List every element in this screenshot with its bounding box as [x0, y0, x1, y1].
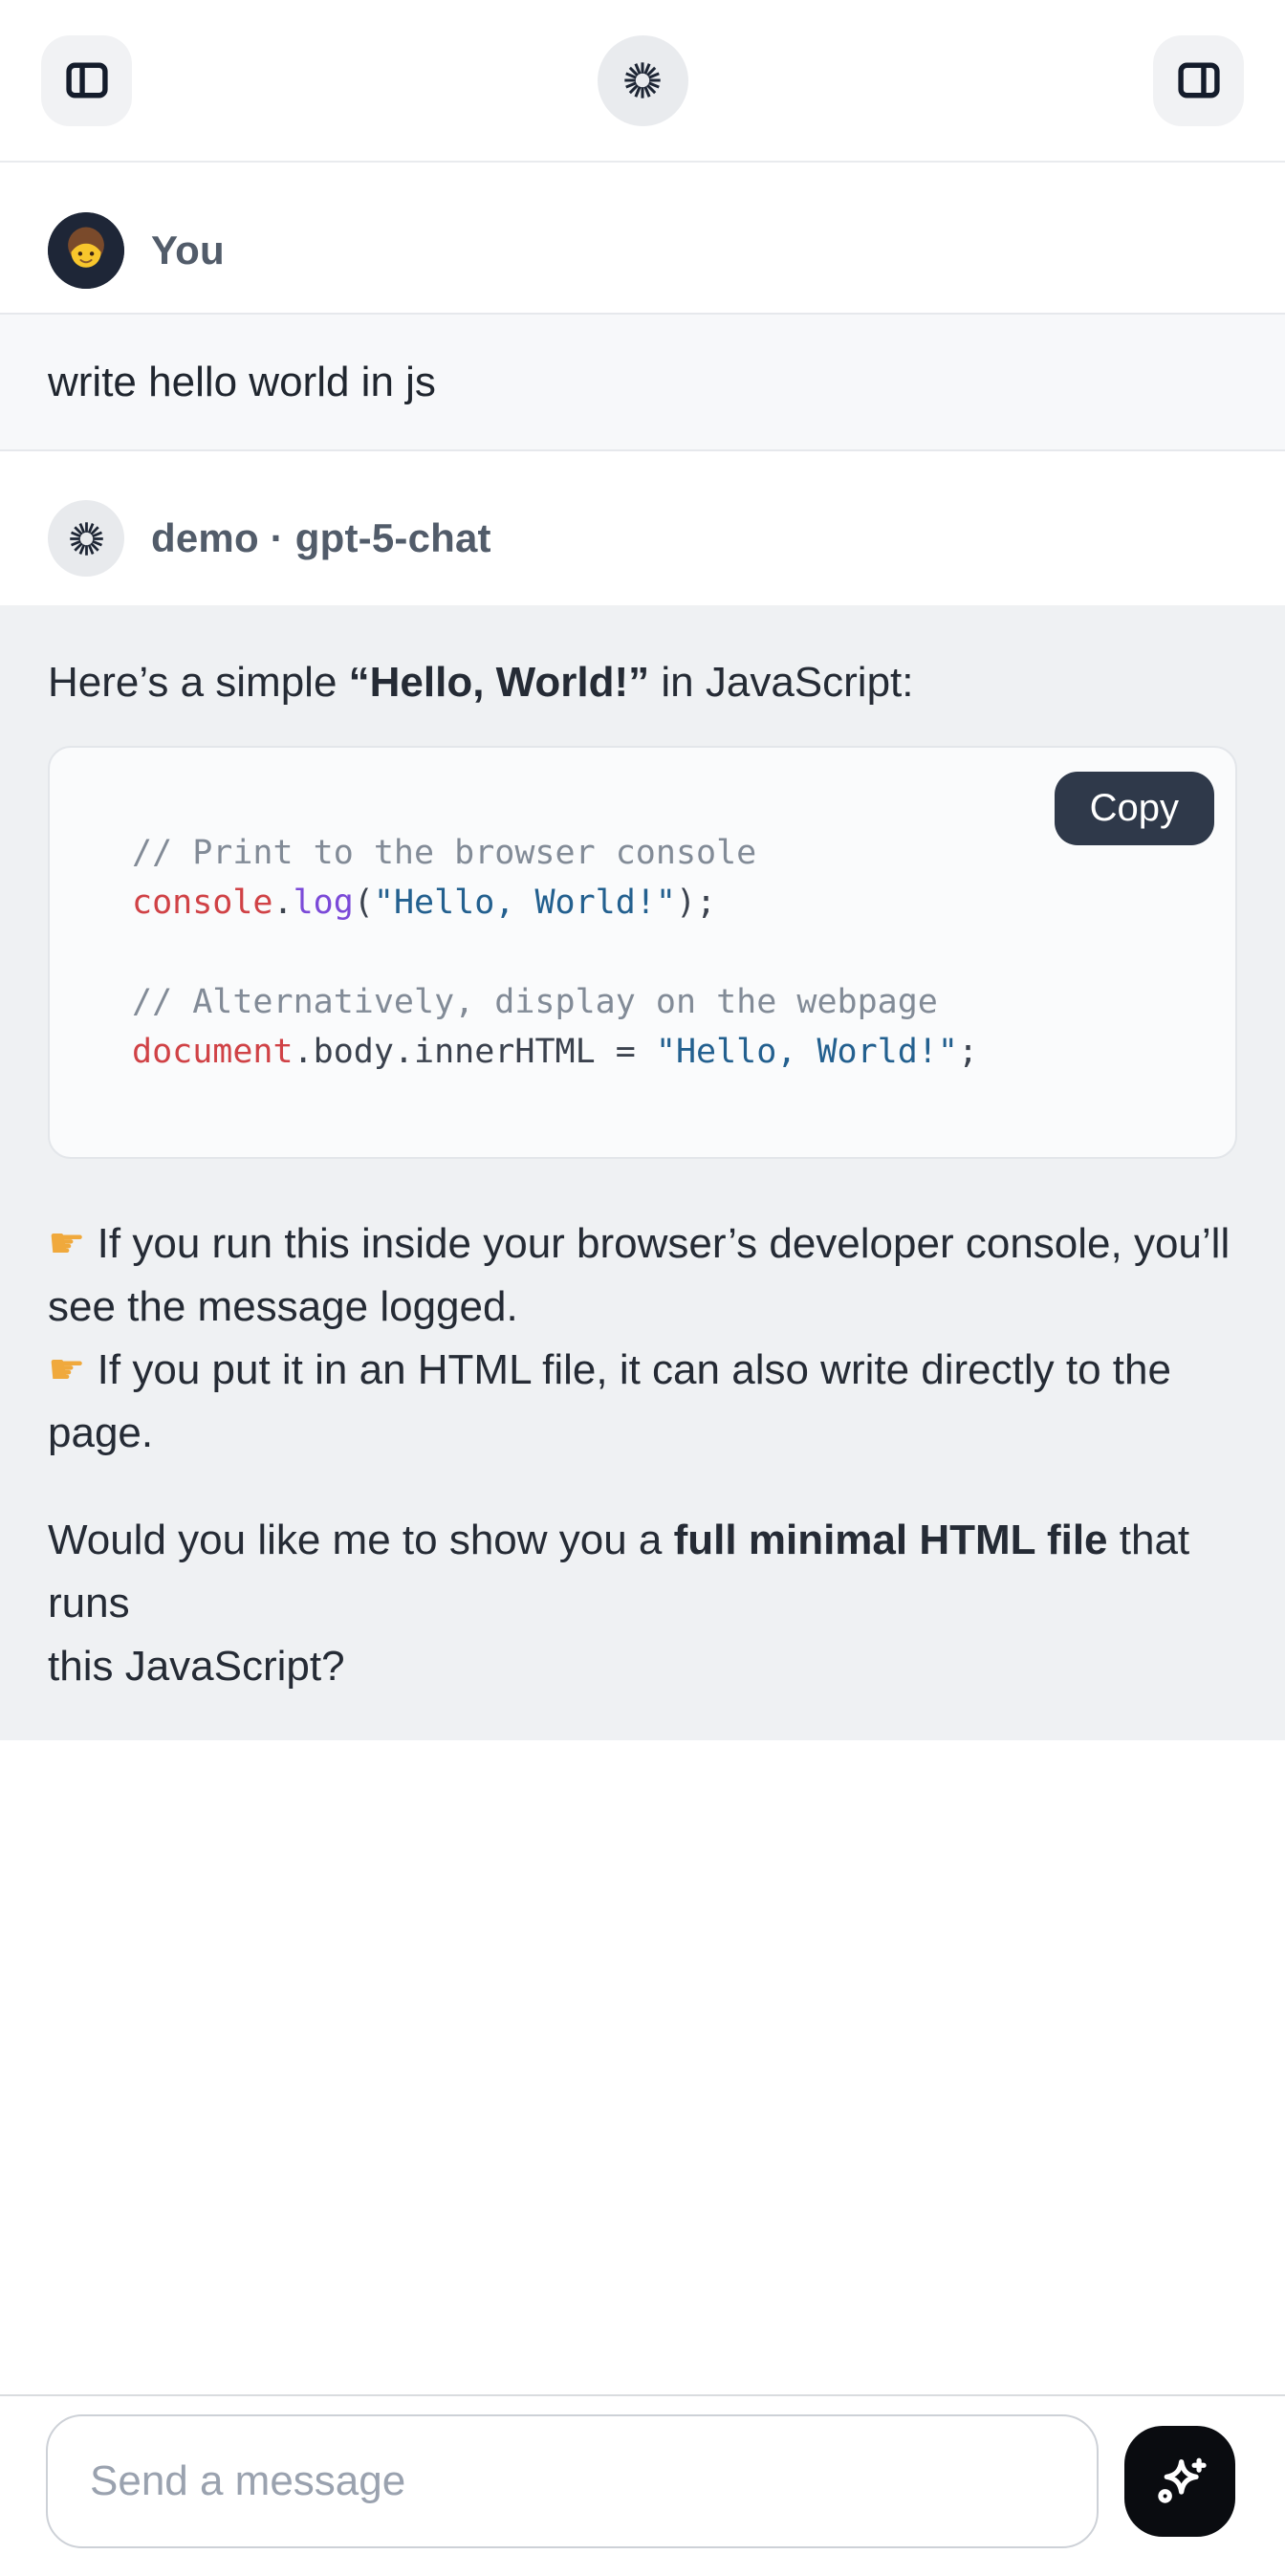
panel-left-icon	[61, 55, 113, 106]
message-input[interactable]	[90, 2457, 1055, 2505]
user-avatar	[48, 212, 124, 289]
model-logo-button[interactable]	[598, 35, 688, 126]
user-message-text: write hello world in js	[48, 359, 436, 406]
top-bar	[0, 0, 1285, 163]
assistant-message-body: Here’s a simple “Hello, World!” in JavaS…	[0, 605, 1285, 1740]
user-message-header: You	[48, 212, 1285, 289]
send-button[interactable]	[1124, 2426, 1235, 2537]
starburst-icon	[69, 521, 104, 557]
assistant-question-paragraph: Would you like me to show you a full min…	[48, 1509, 1237, 1698]
assistant-author-label: demo · gpt-5-chat	[151, 515, 491, 561]
chat-app: You write hello world in js demo · gpt-5…	[0, 0, 1285, 2576]
assistant-tips-paragraph: ☛ If you run this inside your browser’s …	[48, 1212, 1237, 1465]
user-message: You write hello world in js	[0, 212, 1285, 451]
composer	[0, 2394, 1285, 2576]
starburst-icon	[623, 61, 662, 99]
user-author-label: You	[151, 228, 225, 273]
code-content: // Print to the browser consoleconsole.l…	[132, 828, 1197, 1077]
user-message-bubble: write hello world in js	[0, 313, 1285, 451]
right-panel-toggle-button[interactable]	[1153, 35, 1244, 126]
message-input-container	[46, 2414, 1099, 2548]
assistant-intro-paragraph: Here’s a simple “Hello, World!” in JavaS…	[48, 651, 1237, 714]
assistant-message: demo · gpt-5-chat Here’s a simple “Hello…	[0, 500, 1285, 1740]
sidebar-toggle-button[interactable]	[41, 35, 132, 126]
assistant-avatar	[48, 500, 124, 577]
child-person-icon	[48, 212, 124, 289]
code-block: Copy // Print to the browser consolecons…	[48, 746, 1237, 1159]
assistant-message-header: demo · gpt-5-chat	[48, 500, 1285, 577]
conversation: You write hello world in js demo · gpt-5…	[0, 212, 1285, 1740]
sparkles-icon	[1148, 2450, 1211, 2513]
pointing-right-emoji: ☛	[48, 1345, 85, 1394]
panel-right-icon	[1173, 55, 1225, 106]
copy-code-button[interactable]: Copy	[1055, 772, 1214, 845]
pointing-right-emoji: ☛	[48, 1219, 85, 1268]
